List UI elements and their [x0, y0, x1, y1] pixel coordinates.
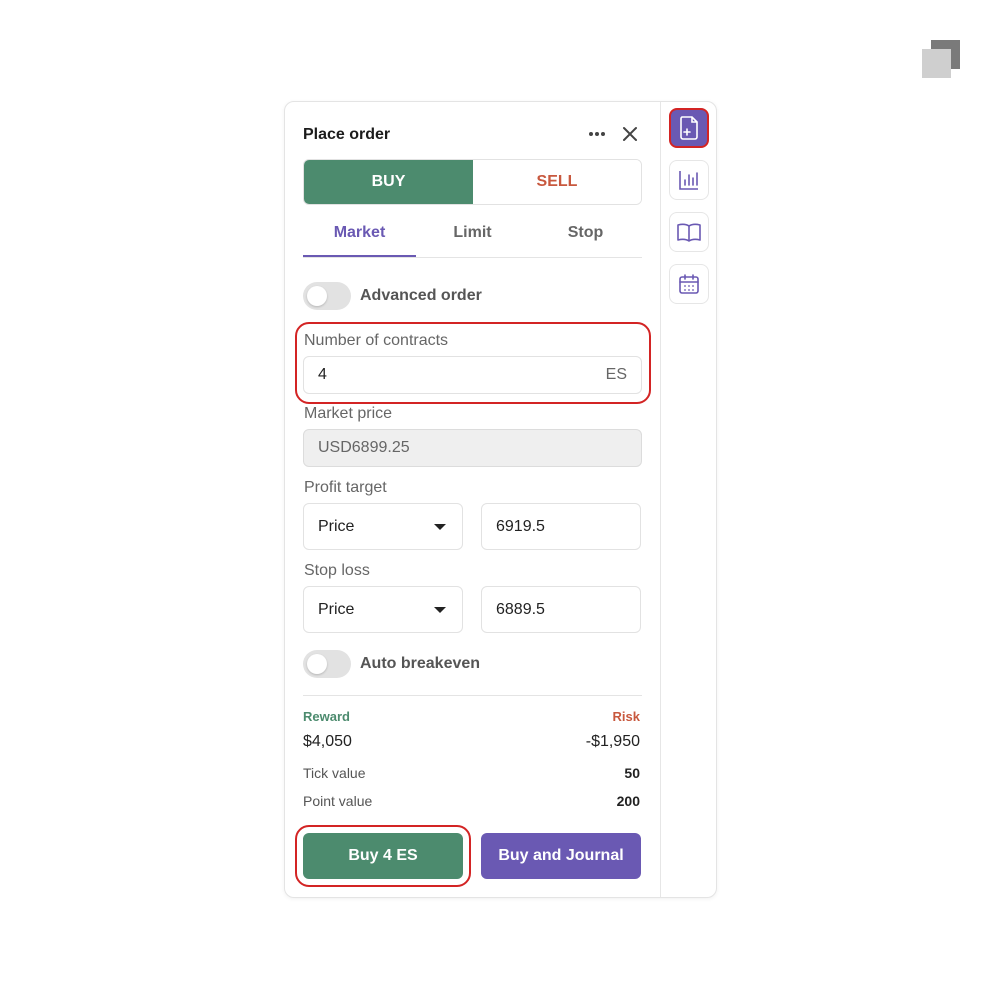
- close-button[interactable]: [618, 122, 642, 146]
- tab-stop[interactable]: Stop: [529, 216, 642, 257]
- sell-side-button[interactable]: SELL: [473, 160, 641, 204]
- auto-breakeven-label: Auto breakeven: [360, 655, 481, 672]
- new-order-button[interactable]: [669, 108, 709, 148]
- chart-icon: [679, 171, 698, 190]
- reward-label: Reward: [303, 709, 350, 724]
- calendar-icon: [679, 274, 699, 294]
- profit-target-type-select[interactable]: Price: [303, 503, 463, 550]
- buy-side-button[interactable]: BUY: [304, 160, 473, 204]
- point-value: 200: [616, 793, 640, 809]
- risk-value: -$1,950: [585, 733, 640, 750]
- contracts-unit: ES: [605, 366, 627, 383]
- market-price-field: USD6899.25: [303, 429, 642, 467]
- journal-button[interactable]: [669, 212, 709, 252]
- risk-label: Risk: [612, 709, 640, 724]
- profit-target-value: 6919.5: [496, 517, 545, 535]
- corner-logo: [922, 40, 960, 78]
- tick-value-label: Tick value: [303, 765, 366, 781]
- auto-breakeven-row: Auto breakeven: [303, 650, 480, 678]
- buy-sell-toggle: BUY SELL: [303, 159, 642, 205]
- place-order-panel: Place order BUY SELL Market Limit Stop A…: [284, 101, 717, 898]
- profit-target-type: Price: [318, 517, 355, 535]
- profit-target-label: Profit target: [304, 479, 387, 496]
- more-horizontal-icon: [589, 132, 605, 136]
- contracts-input[interactable]: 4 ES: [303, 356, 642, 394]
- tick-value: 50: [624, 765, 640, 781]
- logo-square-light: [922, 49, 951, 78]
- auto-breakeven-switch[interactable]: [303, 650, 351, 678]
- tab-limit[interactable]: Limit: [416, 216, 529, 257]
- stop-loss-type: Price: [318, 600, 355, 618]
- tab-market[interactable]: Market: [303, 216, 416, 257]
- summary-divider: [303, 695, 642, 696]
- point-value-label: Point value: [303, 793, 373, 809]
- more-options-button[interactable]: [585, 124, 609, 144]
- stop-loss-value: 6889.5: [496, 600, 545, 618]
- market-price-label: Market price: [304, 405, 393, 422]
- calendar-button[interactable]: [669, 264, 709, 304]
- order-type-tabs: Market Limit Stop: [303, 216, 642, 258]
- switch-knob: [307, 286, 327, 306]
- buy-and-journal-button[interactable]: Buy and Journal: [481, 833, 641, 879]
- panel-title: Place order: [303, 126, 391, 143]
- stop-loss-input[interactable]: 6889.5: [481, 586, 641, 633]
- journal-book-icon: [677, 223, 701, 242]
- chevron-down-icon: [434, 523, 446, 530]
- buy-order-button[interactable]: Buy 4 ES: [303, 833, 463, 879]
- contracts-value: 4: [318, 366, 327, 383]
- new-order-icon: [680, 116, 698, 140]
- chart-button[interactable]: [669, 160, 709, 200]
- advanced-order-row: Advanced order: [303, 282, 482, 310]
- switch-knob: [307, 654, 327, 674]
- advanced-order-label: Advanced order: [360, 287, 482, 304]
- side-divider: [660, 102, 661, 897]
- stop-loss-label: Stop loss: [304, 562, 370, 579]
- stop-loss-type-select[interactable]: Price: [303, 586, 463, 633]
- chevron-down-icon: [434, 606, 446, 613]
- contracts-label: Number of contracts: [304, 332, 449, 349]
- market-price-value: USD6899.25: [318, 439, 410, 456]
- reward-value: $4,050: [303, 733, 352, 750]
- advanced-order-switch[interactable]: [303, 282, 351, 310]
- profit-target-input[interactable]: 6919.5: [481, 503, 641, 550]
- close-icon: [623, 127, 637, 141]
